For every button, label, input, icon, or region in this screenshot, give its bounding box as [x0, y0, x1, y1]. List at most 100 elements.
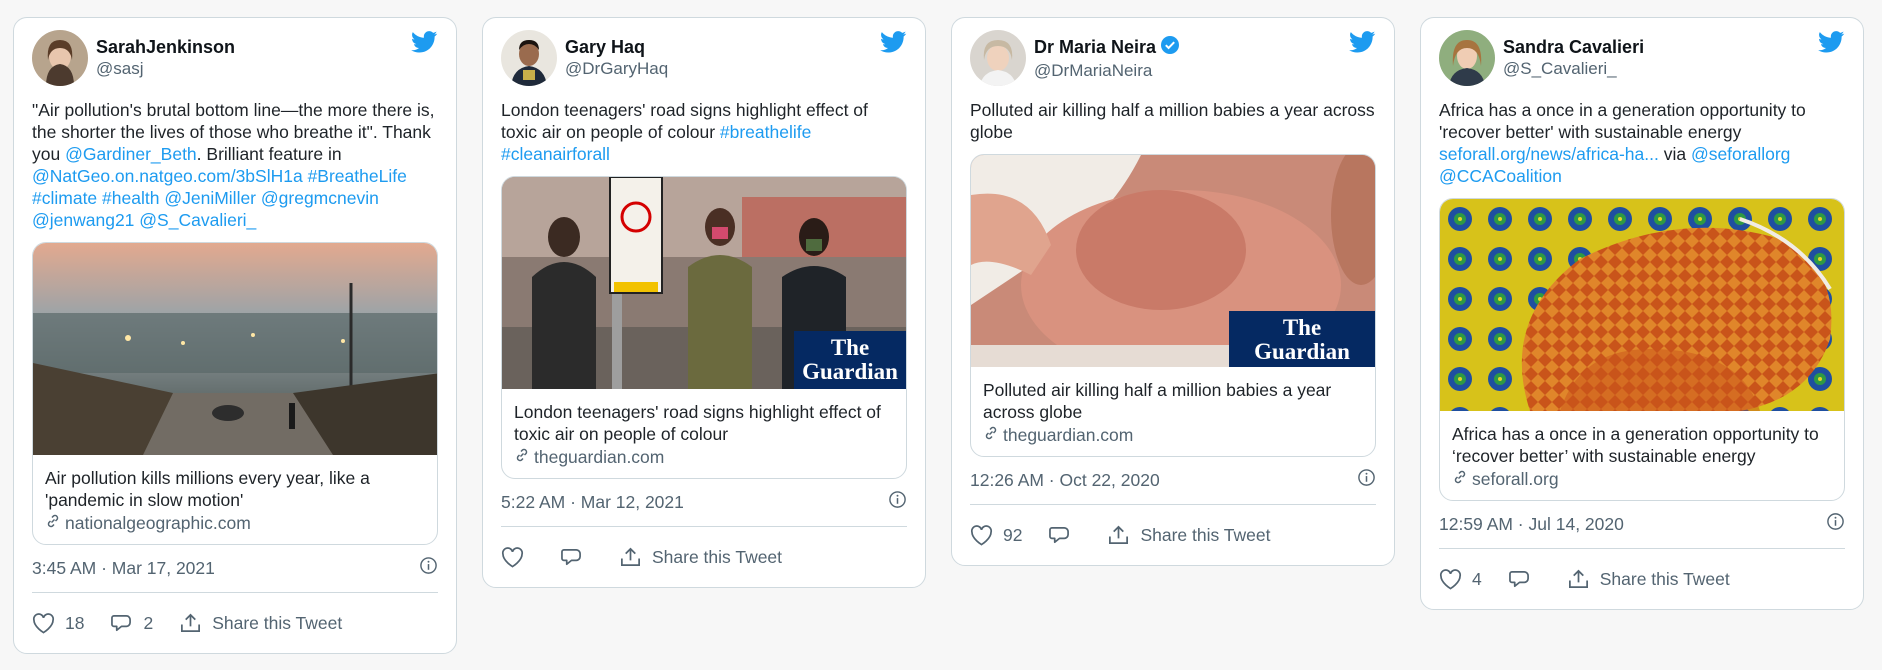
tweet-link[interactable]: @Gardiner_Beth: [65, 144, 197, 164]
link-card-domain: theguardian.com: [983, 424, 1363, 446]
link-card[interactable]: The Guardian Polluted air killing half a…: [970, 154, 1376, 457]
heart-icon: [32, 612, 55, 634]
share-label: Share this Tweet: [1599, 568, 1730, 589]
tweet-link[interactable]: #cleanairforall: [501, 144, 610, 164]
tweet-link[interactable]: @seforallorg: [1691, 144, 1790, 164]
link-card[interactable]: The Guardian London teenagers' road sign…: [501, 176, 907, 479]
tweet-link[interactable]: #health: [102, 188, 159, 208]
like-count: 92: [1003, 524, 1023, 545]
tweet-text-segment: Polluted air killing half a million babi…: [970, 100, 1375, 142]
user-handle[interactable]: @S_Cavalieri_: [1503, 58, 1644, 80]
publisher-logo-line-2: Guardian: [1254, 339, 1350, 364]
tweet-text: London teenagers' road signs highlight e…: [501, 99, 907, 165]
tweet-link[interactable]: #climate: [32, 188, 97, 208]
tweet-card[interactable]: Dr Maria Neira @DrMariaNeira Polluted ai…: [951, 17, 1395, 566]
display-name-text: Sandra Cavalieri: [1503, 37, 1645, 57]
tweet-link[interactable]: @CCACoalition: [1439, 166, 1562, 186]
tweet-card[interactable]: Sandra Cavalieri @S_Cavalieri_ Africa ha…: [1420, 17, 1864, 610]
twitter-bird-icon[interactable]: [1348, 31, 1376, 58]
link-card-title: Polluted air killing half a million babi…: [983, 380, 1332, 422]
display-name[interactable]: Dr Maria Neira: [1034, 35, 1180, 60]
tweet-link[interactable]: #breathelife: [720, 122, 811, 142]
link-card[interactable]: Africa has a once in a generation opport…: [1439, 198, 1845, 501]
reply-icon: [560, 547, 583, 568]
display-name-text: SarahJenkinson: [96, 37, 236, 57]
tweet-timestamp[interactable]: 12:59 AM · Jul 14, 2020: [1439, 514, 1624, 535]
info-icon[interactable]: [888, 490, 907, 514]
like-count: 4: [1472, 568, 1482, 589]
link-card-domain-text: seforall.org: [1472, 469, 1559, 489]
display-name[interactable]: Gary Haq: [565, 36, 668, 58]
tweet-header: SarahJenkinson @sasj: [32, 29, 438, 87]
tweet-text: "Air pollution's brutal bottom line—the …: [32, 99, 438, 231]
reply-button[interactable]: [560, 547, 593, 568]
avatar[interactable]: [32, 30, 88, 86]
info-icon[interactable]: [1357, 468, 1376, 492]
link-card-domain: theguardian.com: [514, 446, 894, 468]
tweet-text: Africa has a once in a generation opport…: [1439, 99, 1845, 187]
reply-button[interactable]: 2: [110, 613, 153, 634]
share-button[interactable]: Share this Tweet: [619, 546, 782, 569]
link-card-domain: nationalgeographic.com: [45, 512, 425, 534]
tweet-card[interactable]: SarahJenkinson @sasj "Air pollution's br…: [13, 17, 457, 654]
link-icon: [514, 446, 530, 468]
display-name-text: Gary Haq: [565, 37, 646, 57]
display-name[interactable]: SarahJenkinson: [96, 36, 235, 58]
reply-count: 2: [143, 612, 154, 633]
like-button[interactable]: 92: [970, 525, 1022, 546]
tweet-header: Sandra Cavalieri @S_Cavalieri_: [1439, 29, 1845, 87]
reply-button[interactable]: [1508, 569, 1541, 590]
publisher-logo-line-1: The: [830, 335, 870, 360]
heart-icon: [501, 546, 524, 568]
link-card-domain: seforall.org: [1452, 468, 1832, 490]
link-card-title: Air pollution kills millions every year,…: [45, 468, 370, 510]
tweet-card[interactable]: Gary Haq @DrGaryHaq London teenagers' ro…: [482, 17, 926, 588]
share-icon: [179, 612, 202, 635]
display-name[interactable]: Sandra Cavalieri: [1503, 36, 1644, 58]
tweet-timestamp[interactable]: 3:45 AM · Mar 17, 2021: [32, 558, 215, 579]
tweet-timestamp[interactable]: 5:22 AM · Mar 12, 2021: [501, 492, 684, 513]
tweet-link[interactable]: @gregmcnevin: [261, 188, 379, 208]
tweet-text: Polluted air killing half a million babi…: [970, 99, 1376, 143]
share-button[interactable]: Share this Tweet: [1567, 568, 1730, 591]
publisher-logo-line-1: The: [1282, 315, 1322, 340]
share-label: Share this Tweet: [652, 546, 783, 567]
like-button[interactable]: [501, 546, 534, 568]
avatar[interactable]: [970, 30, 1026, 86]
reply-icon: [110, 613, 133, 634]
tweet-timestamp[interactable]: 12:26 AM · Oct 22, 2020: [970, 470, 1160, 491]
avatar[interactable]: [1439, 30, 1495, 86]
twitter-bird-icon[interactable]: [1817, 31, 1845, 58]
info-icon[interactable]: [1826, 512, 1845, 536]
link-card-image: [33, 243, 437, 455]
twitter-bird-icon[interactable]: [879, 31, 907, 58]
reply-button[interactable]: [1048, 525, 1081, 546]
tweet-link[interactable]: seforall.org/news/africa-ha...: [1439, 144, 1659, 164]
like-button[interactable]: 18: [32, 613, 84, 634]
tweet-text-segment: via: [1658, 144, 1691, 164]
tweet-link[interactable]: @JeniMiller: [164, 188, 256, 208]
tweet-link[interactable]: @jenwang21: [32, 210, 134, 230]
user-handle[interactable]: @DrMariaNeira: [1034, 60, 1180, 82]
tweet-link[interactable]: #BreatheLife: [308, 166, 407, 186]
avatar[interactable]: [501, 30, 557, 86]
tweet-link[interactable]: @NatGeo.on.natgeo.com/3bSlH1a: [32, 166, 303, 186]
display-name-text: Dr Maria Neira: [1034, 37, 1157, 57]
link-icon: [45, 512, 61, 534]
share-button[interactable]: Share this Tweet: [179, 612, 342, 635]
link-card-domain-text: nationalgeographic.com: [65, 513, 251, 533]
user-handle[interactable]: @DrGaryHaq: [565, 58, 668, 80]
tweet-link[interactable]: @S_Cavalieri_: [139, 210, 256, 230]
link-card-title: Africa has a once in a generation opport…: [1452, 424, 1819, 466]
like-button[interactable]: 4: [1439, 569, 1482, 590]
link-card[interactable]: Air pollution kills millions every year,…: [32, 242, 438, 545]
verified-badge-icon: [1160, 35, 1180, 60]
tweet-text-segment: London teenagers' road signs highlight e…: [501, 100, 868, 142]
twitter-bird-icon[interactable]: [410, 31, 438, 58]
info-icon[interactable]: [419, 556, 438, 580]
share-button[interactable]: Share this Tweet: [1107, 524, 1271, 547]
tweet-header: Dr Maria Neira @DrMariaNeira: [970, 29, 1376, 87]
reply-icon: [1048, 525, 1071, 546]
user-handle[interactable]: @sasj: [96, 58, 235, 80]
share-icon: [619, 546, 642, 569]
